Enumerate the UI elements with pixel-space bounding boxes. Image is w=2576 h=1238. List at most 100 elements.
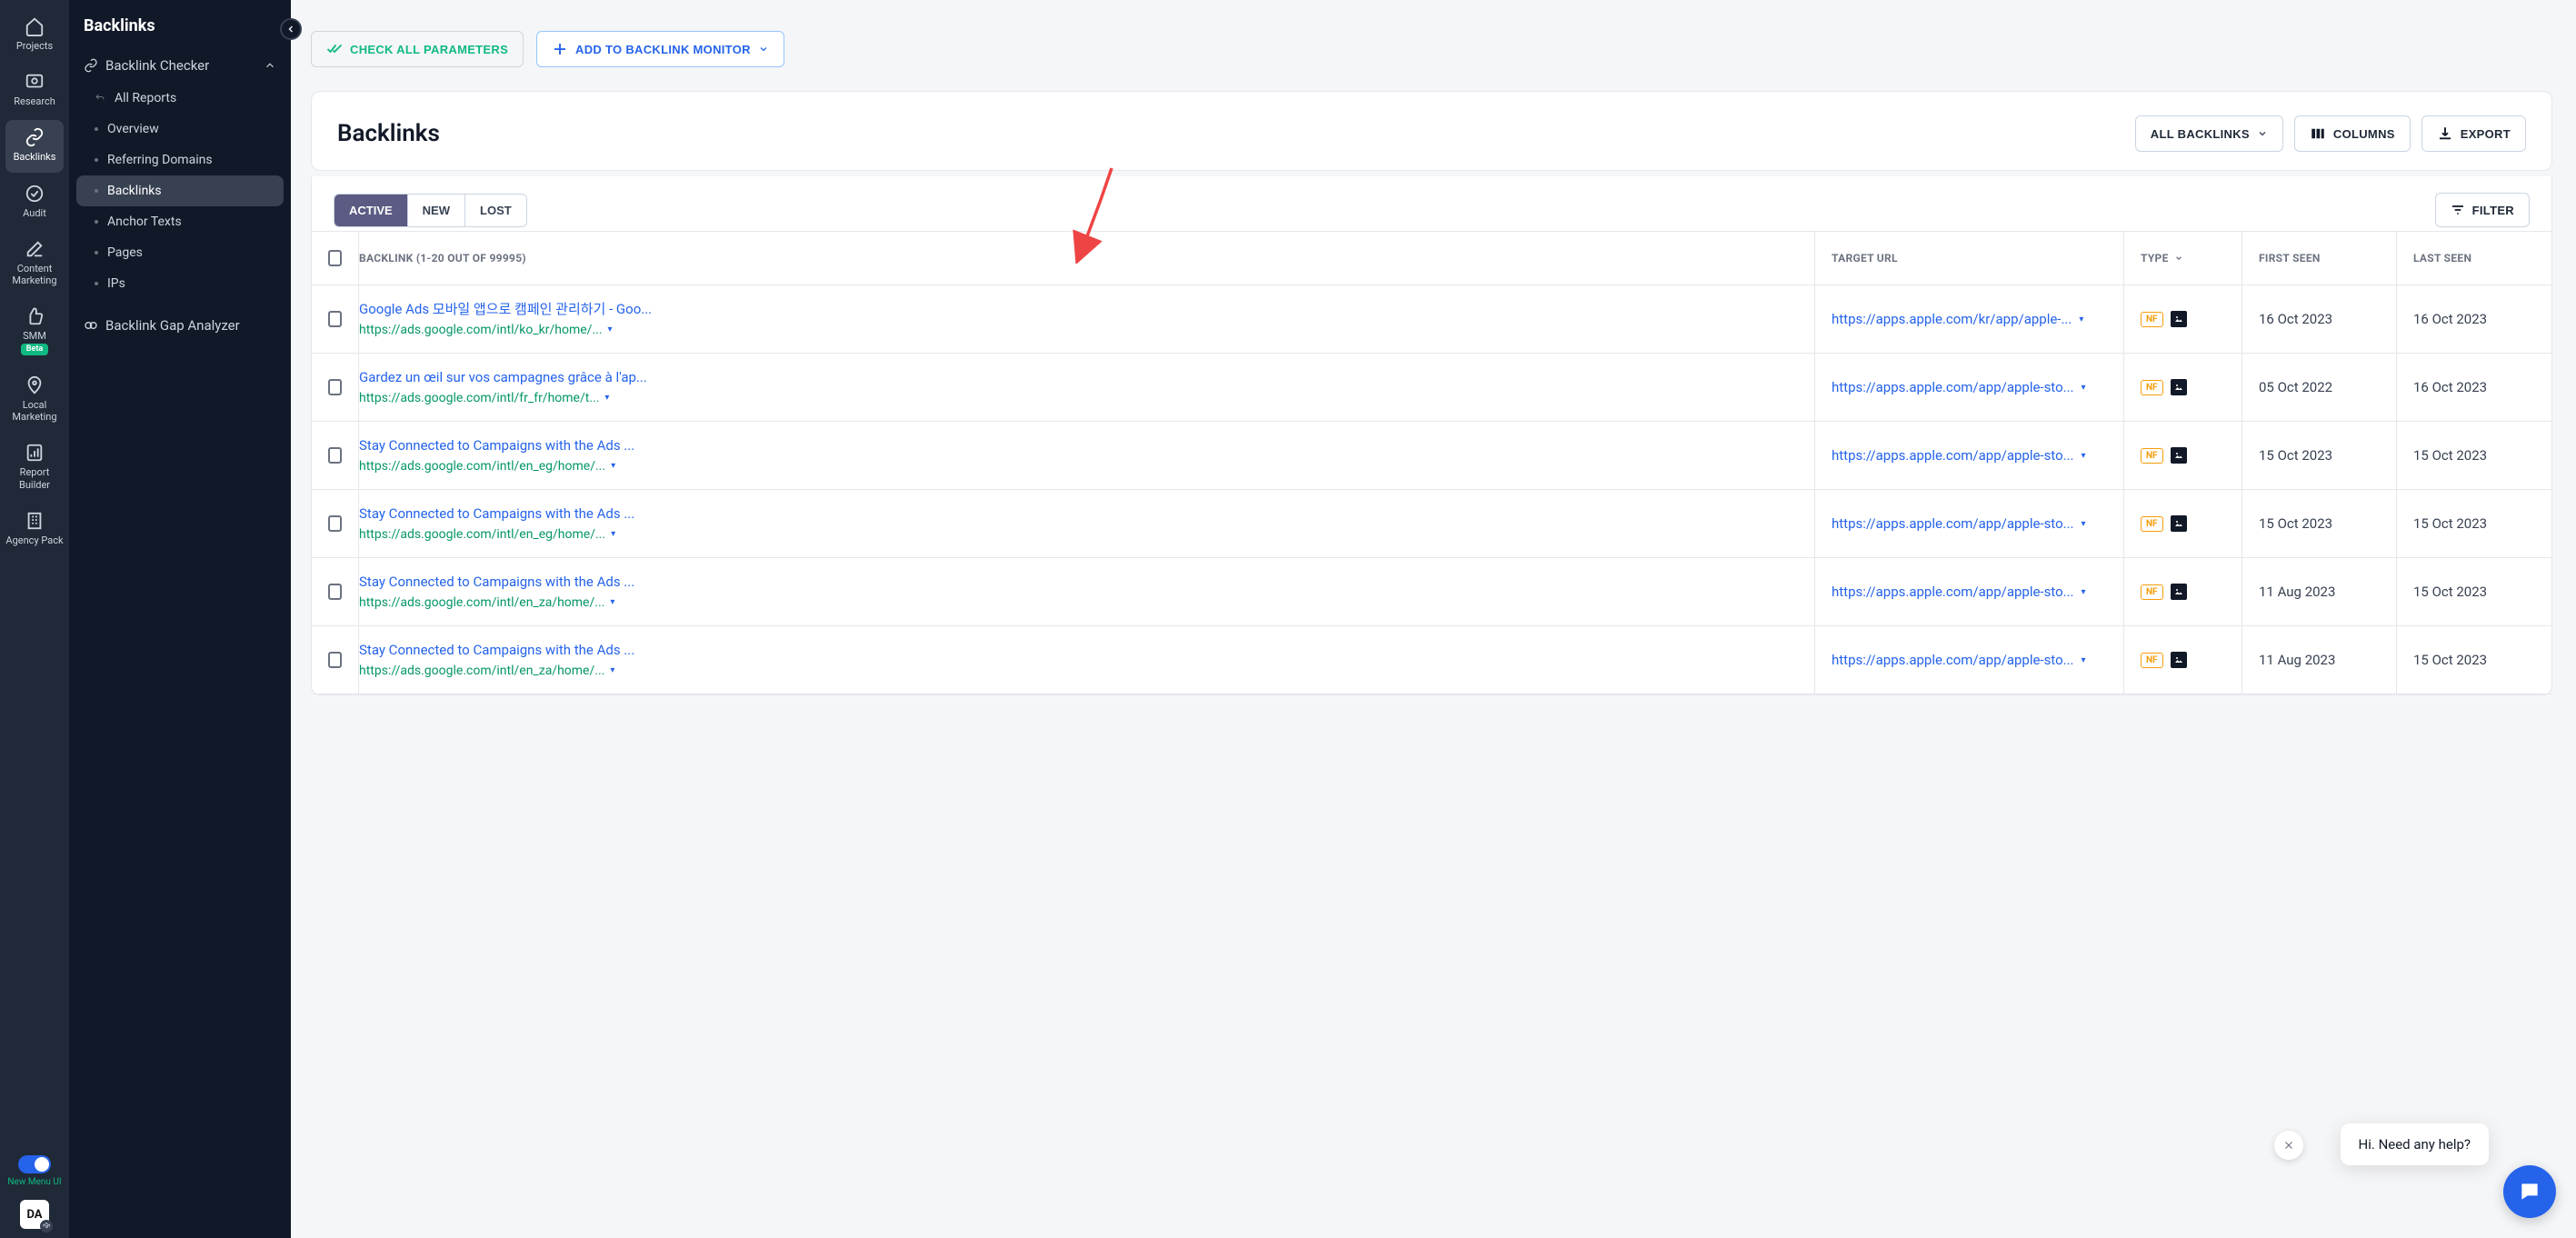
th-first-seen[interactable]: FIRST SEEN [2242, 232, 2397, 285]
table-row: Google Ads 모바일 앱으로 캠페인 관리하기 - Goo... htt… [312, 285, 2551, 354]
rail-local[interactable]: Local Marketing [5, 368, 64, 432]
sidebar-section-checker[interactable]: Backlink Checker [76, 48, 284, 83]
image-type-icon [2171, 379, 2187, 395]
caret-down-icon[interactable]: ▾ [611, 461, 615, 471]
row-checkbox[interactable] [328, 379, 342, 395]
toolbar: CHECK ALL PARAMETERS ADD TO BACKLINK MON… [311, 0, 2552, 91]
tab-new[interactable]: NEW [408, 195, 465, 226]
row-checkbox-cell [312, 490, 359, 557]
new-menu-toggle[interactable] [18, 1155, 51, 1173]
nofollow-badge: NF [2141, 516, 2163, 532]
backlink-source-url[interactable]: https://ads.google.com/intl/ko_kr/home/.… [359, 323, 613, 337]
backlink-source-url[interactable]: https://ads.google.com/intl/en_za/home/.… [359, 664, 614, 678]
rail-audit[interactable]: Audit [5, 176, 64, 228]
avatar[interactable]: DA [20, 1200, 49, 1229]
backlink-source-url[interactable]: https://ads.google.com/intl/en_eg/home/.… [359, 459, 615, 474]
caret-down-icon[interactable]: ▾ [2082, 383, 2086, 393]
caret-down-icon[interactable]: ▾ [610, 665, 614, 675]
sidebar: Backlinks Backlink Checker All Reports O… [69, 0, 291, 1238]
sidebar-link-anchor[interactable]: Anchor Texts [76, 206, 284, 237]
tab-lost[interactable]: LOST [465, 195, 526, 226]
caret-down-icon[interactable]: ▾ [604, 393, 609, 403]
rail-agency[interactable]: Agency Pack [5, 504, 64, 555]
row-checkbox[interactable] [328, 311, 342, 327]
target-url-link[interactable]: https://apps.apple.com/app/apple-sto... [1832, 584, 2074, 600]
rail-label: Report Builder [5, 466, 64, 490]
caret-down-icon[interactable]: ▾ [2079, 314, 2083, 324]
caret-down-icon[interactable]: ▾ [608, 324, 613, 334]
close-icon [2282, 1139, 2295, 1152]
backlink-title-link[interactable]: Stay Connected to Campaigns with the Ads… [359, 505, 634, 524]
backlink-source-url[interactable]: https://ads.google.com/intl/en_eg/home/.… [359, 527, 615, 542]
rail-label: Agency Pack [5, 534, 63, 546]
backlink-title-link[interactable]: Stay Connected to Campaigns with the Ads… [359, 574, 634, 592]
filter-button[interactable]: FILTER [2435, 193, 2530, 227]
table-row: Stay Connected to Campaigns with the Ads… [312, 422, 2551, 490]
rail-research[interactable]: Research [5, 65, 64, 116]
type-cell: NF [2124, 558, 2242, 625]
row-checkbox[interactable] [328, 447, 342, 464]
select-all-checkbox[interactable] [328, 250, 342, 266]
rail-label: Research [14, 95, 55, 107]
row-checkbox[interactable] [328, 584, 342, 600]
rail-label: Projects [16, 40, 53, 52]
th-last-seen[interactable]: LAST SEEN [2397, 232, 2551, 285]
backlink-source-url[interactable]: https://ads.google.com/intl/en_za/home/.… [359, 595, 614, 610]
target-url-link[interactable]: https://apps.apple.com/app/apple-sto... [1832, 379, 2074, 395]
caret-down-icon[interactable]: ▾ [611, 529, 615, 539]
target-cell: https://apps.apple.com/app/apple-sto... ▾ [1815, 558, 2124, 625]
row-checkbox[interactable] [328, 515, 342, 532]
row-checkbox[interactable] [328, 652, 342, 668]
add-to-monitor-button[interactable]: ADD TO BACKLINK MONITOR [536, 31, 784, 67]
caret-down-icon[interactable]: ▾ [610, 597, 614, 607]
backlink-cell: Stay Connected to Campaigns with the Ads… [359, 558, 1815, 625]
sidebar-link-pages[interactable]: Pages [76, 237, 284, 268]
sidebar-section-gap[interactable]: Backlink Gap Analyzer [76, 308, 284, 343]
rail-label: Content Marketing [5, 263, 64, 286]
first-seen-cell: 15 Oct 2023 [2242, 422, 2397, 489]
backlink-title-link[interactable]: Google Ads 모바일 앱으로 캠페인 관리하기 - Goo... [359, 301, 652, 319]
chat-close-button[interactable] [2274, 1131, 2303, 1160]
all-backlinks-dropdown[interactable]: ALL BACKLINKS [2135, 115, 2283, 152]
rail-projects[interactable]: Projects [5, 9, 64, 61]
sidebar-link-overview[interactable]: Overview [76, 114, 284, 145]
nofollow-badge: NF [2141, 653, 2163, 668]
sidebar-link-backlinks[interactable]: Backlinks [76, 175, 284, 206]
image-type-icon [2171, 584, 2187, 600]
nofollow-badge: NF [2141, 312, 2163, 327]
columns-button[interactable]: COLUMNS [2294, 115, 2411, 152]
image-type-icon [2171, 447, 2187, 464]
backlink-source-url[interactable]: https://ads.google.com/intl/fr_fr/home/t… [359, 391, 609, 405]
th-type[interactable]: TYPE [2124, 232, 2242, 285]
beta-badge: Beta [21, 344, 48, 355]
backlink-title-link[interactable]: Gardez un œil sur vos campagnes grâce à … [359, 369, 647, 387]
row-checkbox-cell [312, 354, 359, 421]
report-icon [25, 443, 45, 463]
download-icon [2437, 125, 2453, 142]
target-url-link[interactable]: https://apps.apple.com/app/apple-sto... [1832, 447, 2074, 464]
collapse-sidebar-button[interactable] [280, 18, 302, 40]
th-backlink[interactable]: BACKLINK (1-20 OUT OF 99995) [359, 232, 1815, 285]
sidebar-link-ips[interactable]: IPs [76, 268, 284, 299]
target-url-link[interactable]: https://apps.apple.com/app/apple-sto... [1832, 515, 2074, 532]
chevron-up-icon [264, 59, 276, 72]
caret-down-icon[interactable]: ▾ [2082, 451, 2086, 461]
target-url-link[interactable]: https://apps.apple.com/app/apple-sto... [1832, 652, 2074, 668]
backlink-title-link[interactable]: Stay Connected to Campaigns with the Ads… [359, 642, 634, 660]
sidebar-link-all-reports[interactable]: All Reports [76, 83, 284, 114]
check-parameters-button[interactable]: CHECK ALL PARAMETERS [311, 31, 524, 67]
export-button[interactable]: EXPORT [2421, 115, 2526, 152]
th-target[interactable]: TARGET URL [1815, 232, 2124, 285]
backlink-title-link[interactable]: Stay Connected to Campaigns with the Ads… [359, 437, 634, 455]
target-url-link[interactable]: https://apps.apple.com/kr/app/apple-... [1832, 311, 2072, 327]
chat-button[interactable] [2503, 1165, 2556, 1218]
tab-active[interactable]: ACTIVE [334, 195, 408, 226]
caret-down-icon[interactable]: ▾ [2082, 587, 2086, 597]
rail-smm[interactable]: SMM Beta [5, 299, 64, 364]
rail-report[interactable]: Report Builder [5, 435, 64, 499]
caret-down-icon[interactable]: ▾ [2082, 519, 2086, 529]
sidebar-link-referring[interactable]: Referring Domains [76, 145, 284, 175]
rail-backlinks[interactable]: Backlinks [5, 120, 64, 172]
caret-down-icon[interactable]: ▾ [2082, 655, 2086, 665]
rail-content[interactable]: Content Marketing [5, 232, 64, 295]
